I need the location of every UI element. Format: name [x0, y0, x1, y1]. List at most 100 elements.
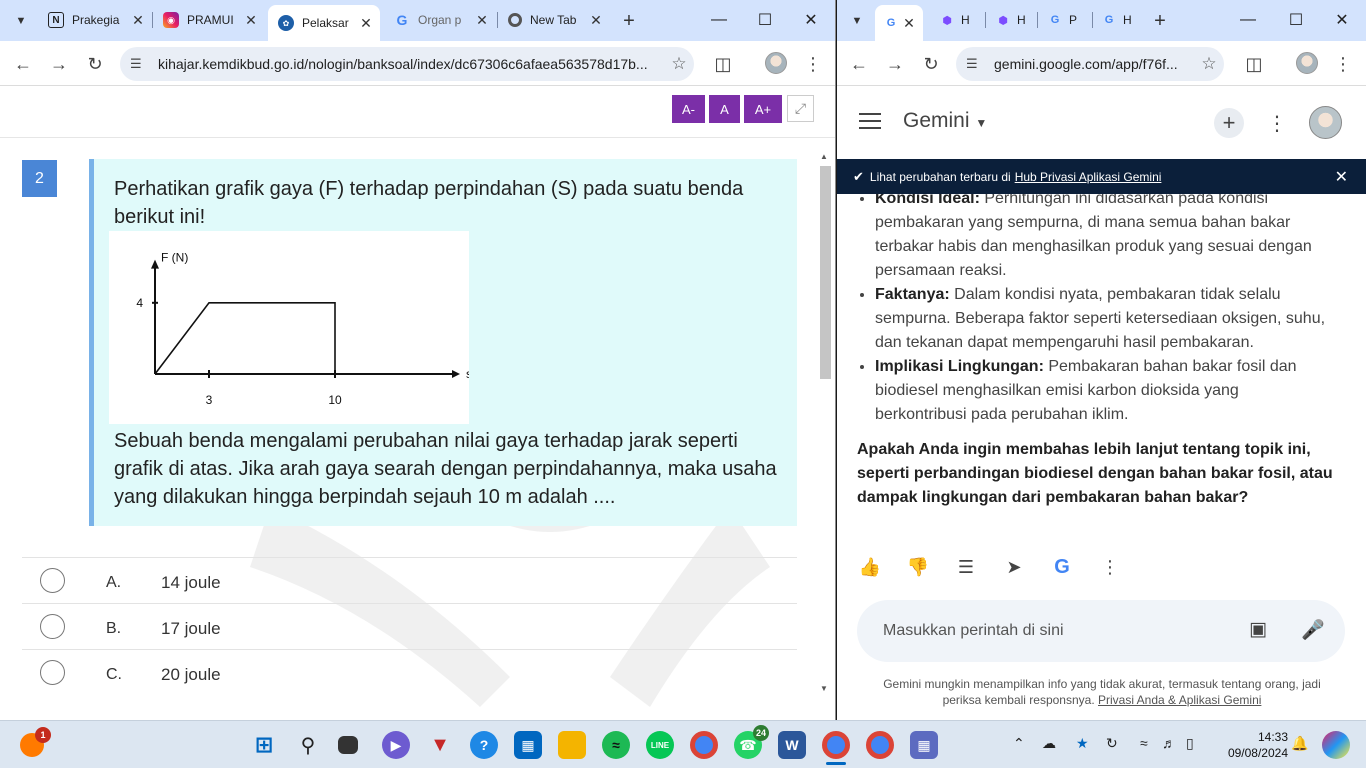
- add-image-icon[interactable]: ▣: [1249, 618, 1267, 641]
- option-a[interactable]: A. 14 joule: [22, 557, 797, 603]
- whatsapp-icon[interactable]: ☎ 24: [734, 725, 769, 759]
- site-info-icon[interactable]: ☰: [130, 56, 158, 72]
- search-icon[interactable]: ⚲: [294, 731, 322, 759]
- bookmark-star-icon[interactable]: ☆: [664, 54, 694, 74]
- share-icon[interactable]: ➤: [1001, 554, 1027, 580]
- tab-prakegia[interactable]: N Prakegia ✕: [38, 5, 152, 35]
- chrome-profile-2-icon[interactable]: [866, 731, 894, 759]
- tab-pramuka[interactable]: ◉ PRAMUI ✕: [153, 5, 265, 35]
- profile-avatar[interactable]: [765, 52, 787, 74]
- address-bar[interactable]: ☰ gemini.google.com/app/f76f... ☆: [956, 47, 1224, 81]
- tab-search-dropdown-icon[interactable]: ▼: [844, 8, 870, 34]
- store-icon[interactable]: ▦: [514, 731, 542, 759]
- privacy-hub-link[interactable]: Hub Privasi Aplikasi Gemini: [1015, 170, 1162, 184]
- hamburger-menu-icon[interactable]: [859, 113, 881, 131]
- thumbs-up-icon[interactable]: 👍: [857, 554, 883, 580]
- microphone-icon[interactable]: 🎤: [1301, 618, 1325, 642]
- chrome-profile-1-icon[interactable]: [822, 731, 850, 759]
- new-chat-button[interactable]: +: [1214, 108, 1244, 138]
- minimize-icon[interactable]: —: [696, 6, 742, 34]
- line-icon[interactable]: LINE: [646, 731, 674, 759]
- scroll-down-icon[interactable]: ▼: [820, 684, 828, 693]
- show-hidden-icons-icon[interactable]: ⌃: [1013, 735, 1025, 752]
- address-bar[interactable]: ☰ kihajar.kemdikbud.go.id/nologin/bankso…: [120, 47, 694, 81]
- more-options-icon[interactable]: ⋮: [1267, 111, 1287, 136]
- back-icon[interactable]: ←: [8, 49, 38, 79]
- tab-h2[interactable]: ⬢ H: [989, 5, 1033, 35]
- radio-option-c[interactable]: [40, 660, 65, 685]
- battery-icon[interactable]: ▯: [1186, 735, 1194, 752]
- close-tab-icon[interactable]: ✕: [474, 12, 490, 29]
- weather-widget-icon[interactable]: 1: [20, 727, 51, 757]
- spotify-icon[interactable]: ≈: [602, 731, 630, 759]
- close-window-icon[interactable]: ✕: [788, 6, 834, 34]
- task-view-icon[interactable]: [338, 736, 358, 754]
- thumbs-down-icon[interactable]: 👎: [905, 554, 931, 580]
- privacy-link[interactable]: Privasi Anda & Aplikasi Gemini: [1098, 693, 1261, 707]
- bluetooth-icon[interactable]: ★: [1076, 735, 1089, 752]
- volume-icon[interactable]: ♬: [1162, 735, 1176, 751]
- menu-kebab-icon[interactable]: ⋮: [798, 49, 828, 79]
- minimize-icon[interactable]: —: [1225, 6, 1271, 34]
- word-icon[interactable]: W: [778, 731, 806, 759]
- google-check-icon[interactable]: G: [1049, 554, 1075, 580]
- font-increase-button[interactable]: A+: [744, 95, 782, 123]
- gemini-model-selector[interactable]: Gemini ▼: [903, 109, 987, 133]
- maximize-icon[interactable]: ☐: [1273, 6, 1319, 34]
- tab-new-tab[interactable]: New Tab ✕: [498, 5, 610, 35]
- mcafee-icon[interactable]: ▼: [426, 731, 454, 759]
- font-normal-button[interactable]: A: [709, 95, 740, 123]
- radio-option-a[interactable]: [40, 568, 65, 593]
- close-tab-icon[interactable]: ✕: [588, 12, 604, 29]
- extensions-icon[interactable]: ◫: [1239, 49, 1269, 79]
- bookmark-star-icon[interactable]: ☆: [1194, 54, 1224, 74]
- meet-icon[interactable]: ▶: [382, 731, 410, 759]
- prompt-placeholder[interactable]: Masukkan perintah di sini: [883, 622, 1064, 640]
- calculator-icon[interactable]: ▦: [910, 731, 938, 759]
- close-banner-icon[interactable]: ✕: [1335, 167, 1348, 187]
- tab-h3[interactable]: G H: [1095, 5, 1141, 35]
- prompt-input[interactable]: Masukkan perintah di sini ▣ 🎤: [857, 600, 1345, 662]
- option-b[interactable]: B. 17 joule: [22, 603, 797, 649]
- windows-start-icon[interactable]: ⊞: [250, 731, 278, 759]
- back-icon[interactable]: ←: [844, 49, 874, 79]
- antivirus-icon[interactable]: ☁: [1042, 735, 1056, 752]
- close-tab-icon[interactable]: ✕: [130, 12, 146, 29]
- chrome-taskbar-icon[interactable]: [690, 731, 718, 759]
- radio-option-b[interactable]: [40, 614, 65, 639]
- sync-icon[interactable]: ↻: [1106, 735, 1118, 752]
- fullscreen-icon[interactable]: ⤢: [787, 95, 814, 122]
- reload-icon[interactable]: ↻: [80, 49, 110, 79]
- close-tab-icon[interactable]: ✕: [243, 12, 259, 29]
- profile-avatar[interactable]: [1296, 52, 1318, 74]
- wifi-icon[interactable]: ≈: [1140, 735, 1148, 751]
- close-tab-icon[interactable]: ✕: [901, 15, 917, 32]
- url-text[interactable]: gemini.google.com/app/f76f...: [994, 56, 1194, 72]
- notifications-bell-icon[interactable]: 🔔: [1291, 735, 1308, 752]
- extensions-icon[interactable]: ◫: [708, 49, 738, 79]
- account-avatar[interactable]: [1309, 106, 1342, 139]
- tab-organ[interactable]: G Organ p ✕: [384, 5, 496, 35]
- menu-kebab-icon[interactable]: ⋮: [1328, 49, 1358, 79]
- clock[interactable]: 14:33 09/08/2024: [1212, 729, 1288, 761]
- tab-pelaksanaan[interactable]: ✿ Pelaksar ✕: [268, 5, 380, 41]
- new-tab-icon[interactable]: +: [1147, 8, 1173, 34]
- file-explorer-icon[interactable]: [558, 731, 586, 759]
- site-info-icon[interactable]: ☰: [966, 56, 994, 72]
- scrollbar-thumb[interactable]: [820, 166, 831, 379]
- reload-icon[interactable]: ↻: [916, 49, 946, 79]
- modify-response-icon[interactable]: ☰: [953, 554, 979, 580]
- maximize-icon[interactable]: ☐: [742, 6, 788, 34]
- forward-icon[interactable]: →: [44, 49, 74, 79]
- forward-icon[interactable]: →: [880, 49, 910, 79]
- url-text[interactable]: kihajar.kemdikbud.go.id/nologin/banksoal…: [158, 56, 664, 72]
- tab-gemini[interactable]: G ✕: [875, 5, 923, 41]
- font-decrease-button[interactable]: A-: [672, 95, 705, 123]
- copilot-icon[interactable]: [1322, 731, 1350, 759]
- close-window-icon[interactable]: ✕: [1319, 6, 1365, 34]
- page-scrollbar[interactable]: ▲ ▼: [818, 150, 832, 695]
- help-icon[interactable]: ?: [470, 731, 498, 759]
- option-c[interactable]: C. 20 joule: [22, 649, 797, 695]
- close-tab-icon[interactable]: ✕: [358, 15, 374, 32]
- scroll-up-icon[interactable]: ▲: [820, 152, 828, 161]
